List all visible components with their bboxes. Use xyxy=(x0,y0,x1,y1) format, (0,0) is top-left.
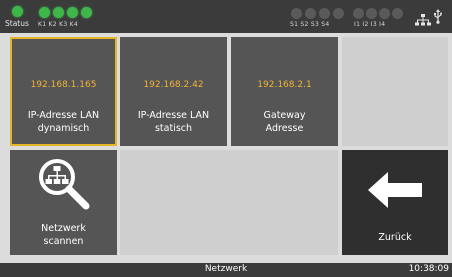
usb-icon xyxy=(433,9,443,28)
gateway-label: Gateway Adresse xyxy=(231,109,338,135)
gateway-value: 192.168.2.1 xyxy=(257,80,312,90)
arrow-left-icon xyxy=(368,172,422,212)
i3-led xyxy=(379,8,390,19)
gateway-label-line2: Adresse xyxy=(265,123,304,134)
status-label: Status xyxy=(5,19,29,28)
k3-led xyxy=(67,7,78,18)
ip-lan-dynamic-label: IP-Adresse LAN dynamisch xyxy=(10,109,117,135)
i1-led xyxy=(353,8,364,19)
screen: Status K1 K2 K3 K4 S1 S2 S3 S4 I1 I2 I3 … xyxy=(0,0,452,277)
page-title: Netzwerk xyxy=(204,264,248,274)
clock: 10:38:09 xyxy=(408,264,449,274)
s3-led xyxy=(319,8,330,19)
ip-lan-dynamic-value: 192.168.1.165 xyxy=(30,80,97,90)
ip-lan-static-label: IP-Adresse LAN statisch xyxy=(120,109,227,135)
network-tree-icon xyxy=(415,11,431,30)
gateway-label-line1: Gateway xyxy=(263,110,306,121)
ip-lan-static-label-line1: IP-Adresse LAN xyxy=(137,110,210,121)
status-led xyxy=(12,6,23,17)
ip-lan-static-tile[interactable]: 192.168.2.42 IP-Adresse LAN statisch xyxy=(120,37,227,146)
empty-slot xyxy=(120,150,338,255)
gateway-tile[interactable]: 192.168.2.1 Gateway Adresse xyxy=(231,37,338,146)
k4-led xyxy=(81,7,92,18)
scan-network-label-line2: scannen xyxy=(43,236,84,247)
ip-lan-dynamic-label-line2: dynamisch xyxy=(37,123,90,134)
scan-network-label: Netzwerk scannen xyxy=(10,222,117,248)
k2-led xyxy=(53,7,64,18)
k1-led xyxy=(39,7,50,18)
ip-lan-dynamic-tile[interactable]: 192.168.1.165 IP-Adresse LAN dynamisch xyxy=(10,37,117,146)
s-labels: S1 S2 S3 S4 xyxy=(290,21,330,28)
i4-led xyxy=(392,8,403,19)
s2-led xyxy=(305,8,316,19)
back-button[interactable]: Zurück xyxy=(342,150,448,255)
status-bar: Status K1 K2 K3 K4 S1 S2 S3 S4 I1 I2 I3 … xyxy=(0,0,452,33)
ip-lan-dynamic-label-line1: IP-Adresse LAN xyxy=(27,110,100,121)
ip-lan-static-value: 192.168.2.42 xyxy=(143,80,204,90)
scan-network-button[interactable]: Netzwerk scannen xyxy=(10,150,117,255)
network-scan-icon xyxy=(36,156,92,216)
empty-slot xyxy=(342,37,448,146)
ip-lan-static-label-line2: statisch xyxy=(154,123,193,134)
k-labels: K1 K2 K3 K4 xyxy=(38,21,79,28)
scan-network-label-line1: Netzwerk xyxy=(41,223,86,234)
bottom-bar: Netzwerk 10:38:09 xyxy=(0,263,452,277)
i-labels: I1 I2 I3 I4 xyxy=(354,21,386,28)
s1-led xyxy=(291,8,302,19)
back-label: Zurück xyxy=(378,232,412,243)
i2-led xyxy=(366,8,377,19)
s4-led xyxy=(333,8,344,19)
